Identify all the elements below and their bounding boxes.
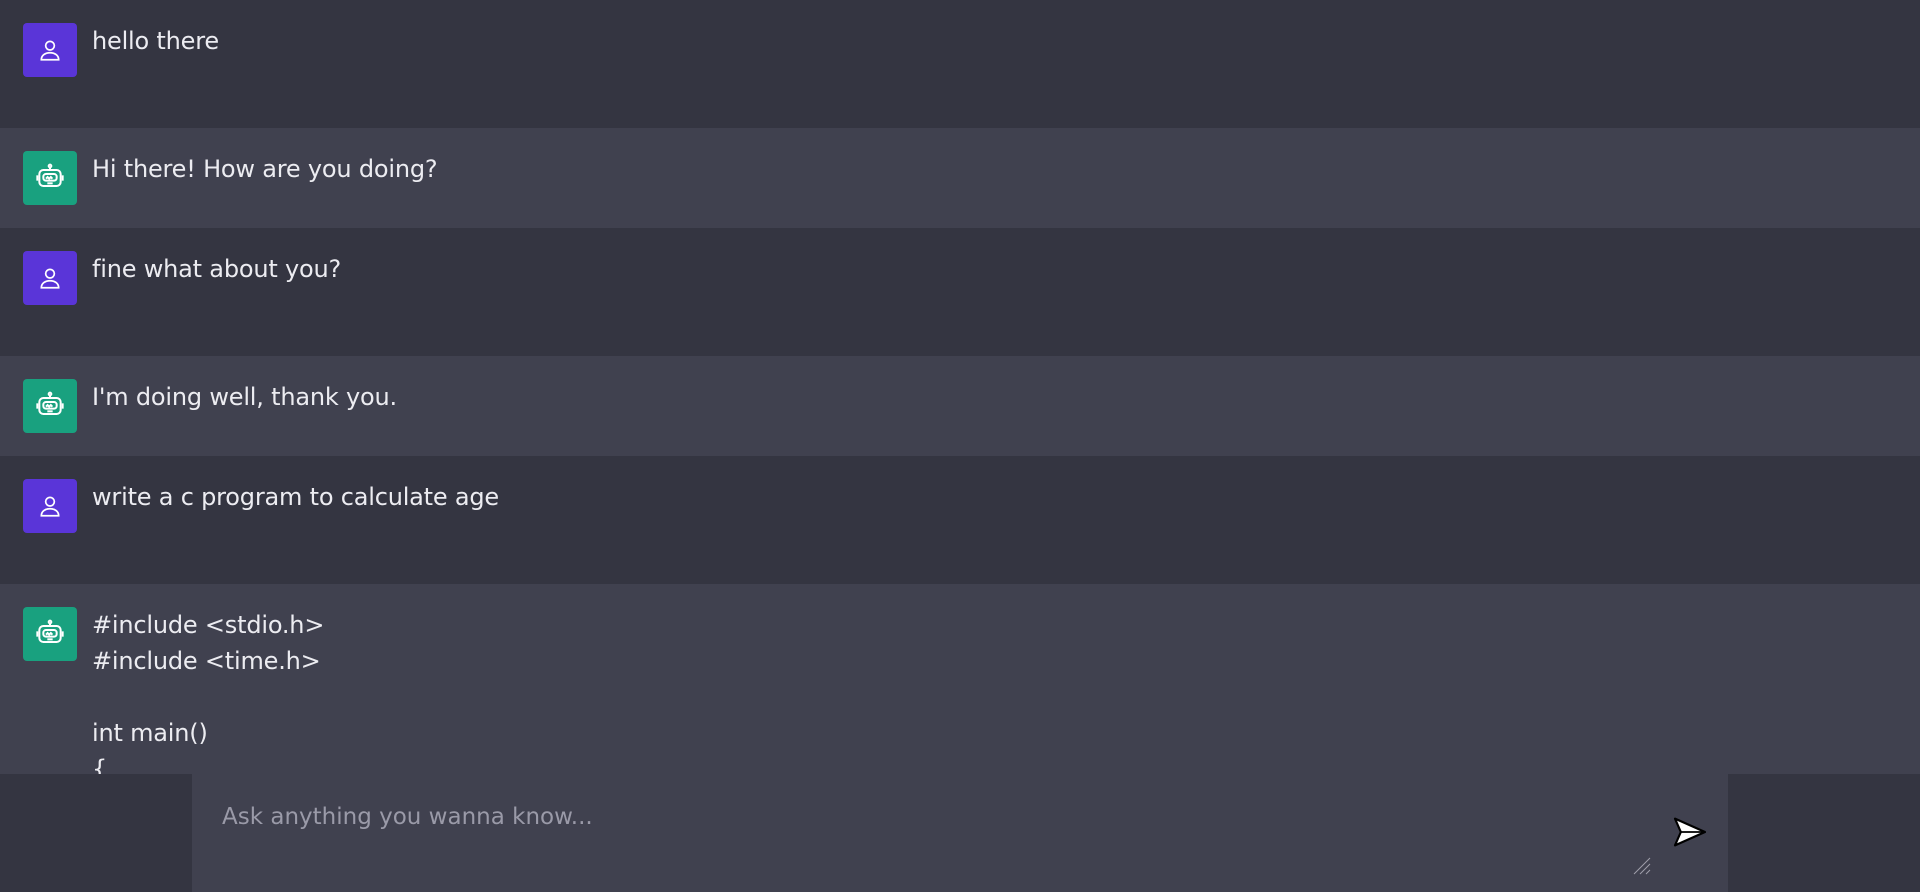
composer [192,774,1728,892]
message-user: hello there [0,0,1920,128]
message-text: fine what about you? [92,255,342,283]
message-code: #include <stdio.h> #include <time.h> int… [92,611,325,774]
user-avatar [23,479,77,533]
message-bot: #include <stdio.h> #include <time.h> int… [0,584,1920,774]
bot-avatar [23,379,77,433]
user-icon [40,496,60,517]
user-avatar [23,251,77,305]
chat-thread: hello there Hi there! How are you doing? [0,0,1920,774]
send-icon [1673,817,1707,847]
message-text: I'm doing well, thank you. [92,383,397,411]
robot-icon [36,163,64,187]
bot-avatar [23,151,77,205]
user-icon [40,268,60,289]
send-button[interactable] [1670,812,1710,852]
bot-avatar [23,607,77,661]
message-text: hello there [92,27,219,55]
robot-icon [36,391,64,415]
message-bot: I'm doing well, thank you. [0,356,1920,456]
robot-icon [36,619,64,643]
user-icon [40,40,60,61]
message-input[interactable] [192,774,1728,892]
resize-grip-icon[interactable] [1630,854,1652,876]
message-bot: Hi there! How are you doing? [0,128,1920,228]
message-user: fine what about you? [0,228,1920,356]
message-text: Hi there! How are you doing? [92,155,438,183]
message-text: write a c program to calculate age [92,483,499,511]
user-avatar [23,23,77,77]
message-user: write a c program to calculate age [0,456,1920,584]
